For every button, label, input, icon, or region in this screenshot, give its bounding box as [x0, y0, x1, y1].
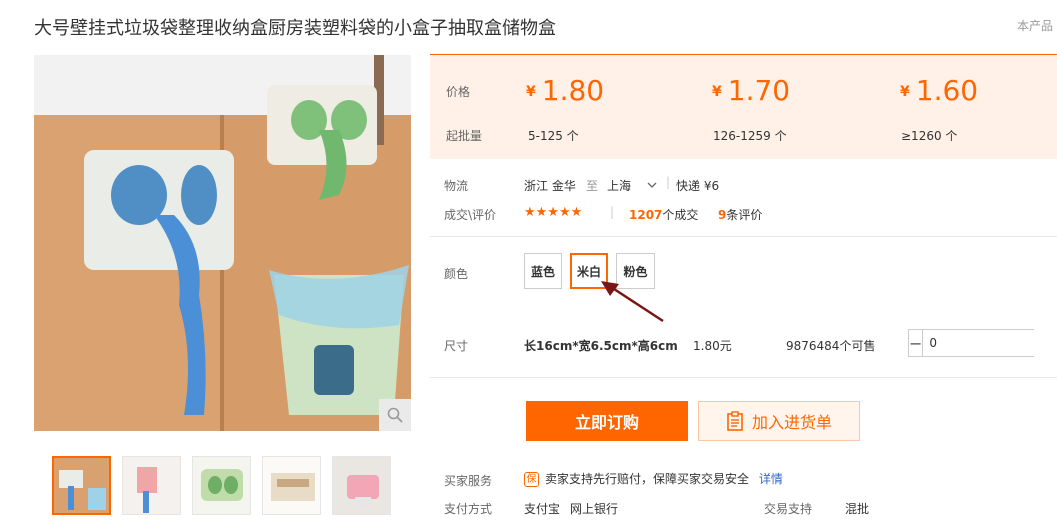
- tier-2-range: 126-1259 个: [713, 129, 787, 143]
- review-count-suffix: 条评价: [726, 208, 763, 222]
- quantity-stepper: − +: [908, 329, 1057, 357]
- payment-label: 支付方式: [444, 502, 493, 516]
- currency-symbol: ¥: [526, 84, 536, 100]
- ship-to-select[interactable]: 上海: [607, 177, 657, 194]
- buy-now-button[interactable]: 立即订购: [526, 401, 688, 441]
- annotation-arrow-icon: [601, 281, 664, 323]
- price-panel: 价格 起批量 ¥1.80 5-125 个 ¥1.70 126-1259 个 ¥1…: [430, 54, 1057, 159]
- service-label: 买家服务: [444, 474, 493, 488]
- tier-2-price: 1.70: [727, 74, 791, 107]
- main-product-image[interactable]: [34, 55, 411, 431]
- price-tier-1: ¥1.80: [526, 74, 604, 107]
- zoom-button[interactable]: [379, 399, 411, 431]
- thumbnail-strip: [52, 456, 391, 515]
- ship-from: 浙江 金华: [524, 179, 576, 193]
- deal-count-suffix: 个成交: [662, 208, 699, 222]
- color-option-blue[interactable]: 蓝色: [524, 253, 562, 289]
- product-title: 大号壁挂式垃圾袋整理收纳盒厨房装塑料袋的小盒子抽取盒储物盒: [34, 18, 556, 39]
- ship-to-value: 上海: [607, 179, 632, 193]
- deal-count-number: 1207: [629, 208, 663, 222]
- service-details-link[interactable]: 详情: [759, 472, 783, 486]
- tier-3-range: ≥1260 个: [901, 129, 958, 143]
- moq-label: 起批量: [446, 129, 483, 143]
- add-to-cart-label: 加入进货单: [751, 413, 832, 432]
- trade-support-value: 混批: [845, 502, 870, 516]
- to-word: 至: [586, 179, 599, 193]
- service-info: 保卖家支持先行赔付，保障买家交易安全 详情: [524, 470, 783, 487]
- review-count[interactable]: 9条评价: [718, 206, 762, 223]
- size-label: 尺寸: [444, 339, 469, 353]
- top-right-note: 本产品: [1017, 19, 1054, 33]
- thumbnail-1-image: [54, 458, 109, 513]
- rating-stars: ★★★★★: [524, 205, 583, 220]
- tier-1-range: 5-125 个: [528, 129, 579, 143]
- thumbnail-2-image: [123, 457, 180, 514]
- product-photo: [34, 55, 411, 431]
- add-to-cart-button[interactable]: 加入进货单: [698, 401, 860, 441]
- chevron-down-icon: [647, 182, 657, 188]
- service-text: 卖家支持先行赔付，保障买家交易安全: [545, 472, 750, 486]
- thumbnail-4[interactable]: [262, 456, 321, 515]
- stock-available: 9876484个可售: [786, 339, 876, 353]
- payment-alipay: 支付宝: [524, 502, 561, 516]
- logistics-separator: |: [666, 175, 671, 189]
- price-tier-3: ¥1.60: [900, 74, 978, 107]
- shipping-fee: 快递 ¥6: [676, 179, 720, 193]
- clipboard-icon: [727, 411, 743, 431]
- currency-symbol: ¥: [712, 84, 722, 100]
- guarantee-icon: 保: [524, 472, 539, 487]
- size-value: 长16cm*宽6.5cm*高6cm: [524, 339, 678, 353]
- deal-count[interactable]: 1207个成交: [629, 206, 698, 223]
- decrement-button[interactable]: −: [909, 330, 923, 356]
- thumbnail-1[interactable]: [52, 456, 111, 515]
- section-divider: [430, 236, 1057, 237]
- color-label: 颜色: [444, 267, 469, 281]
- section-divider: [430, 377, 1057, 378]
- thumbnail-5-image: [333, 457, 390, 514]
- price-label: 价格: [446, 85, 471, 99]
- price-tier-2: ¥1.70: [712, 74, 790, 107]
- deals-separator: |: [610, 205, 615, 219]
- quantity-input[interactable]: [922, 330, 1057, 356]
- currency-symbol: ¥: [900, 84, 910, 100]
- payment-online-bank: 网上银行: [570, 502, 619, 516]
- tier-3-price: 1.60: [915, 74, 979, 107]
- size-price: 1.80元: [693, 339, 732, 353]
- thumbnail-3[interactable]: [192, 456, 251, 515]
- deals-label: 成交\评价: [444, 208, 497, 222]
- thumbnail-3-image: [193, 457, 250, 514]
- thumbnail-2[interactable]: [122, 456, 181, 515]
- logistics-label: 物流: [444, 179, 469, 193]
- thumbnail-5[interactable]: [332, 456, 391, 515]
- trade-support-label: 交易支持: [764, 502, 813, 516]
- magnifier-icon: [387, 407, 403, 423]
- thumbnail-4-image: [263, 457, 320, 514]
- tier-1-price: 1.80: [541, 74, 605, 107]
